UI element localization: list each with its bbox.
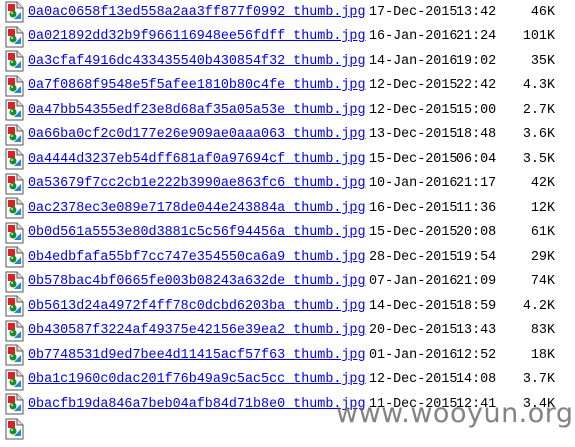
image-file-icon: [5, 50, 24, 72]
image-file-icon: [5, 148, 24, 170]
file-link[interactable]: 0b5613d24a4972f4ff78c0dcbd6203ba_thumb.j…: [28, 299, 366, 314]
file-time: 12:52: [456, 347, 497, 363]
file-size: 83K: [530, 323, 555, 339]
image-file-icon: [5, 222, 24, 243]
file-date: 13-Dec-2015: [369, 127, 458, 143]
file-link[interactable]: 0b0d561a5553e80d3881c5c56f94456a_thumb.j…: [28, 225, 366, 240]
image-file-icon: [5, 295, 24, 317]
file-time: 20:08: [456, 225, 497, 241]
file-size: 2.7K: [522, 102, 555, 118]
file-date: 01-Jan-2016: [369, 347, 458, 363]
file-link[interactable]: 0bacfb19da846a7beb04afb84d71b8e0_thumb.j…: [28, 397, 366, 412]
file-date: 12-Dec-2015: [369, 78, 458, 94]
file-time: 21:09: [456, 274, 497, 290]
file-link[interactable]: 0a66ba0cf2c0d177e26e909ae0aaa063_thumb.j…: [28, 127, 366, 142]
file-time: 15:00: [456, 102, 497, 118]
file-size: 42K: [530, 176, 555, 192]
file-link[interactable]: 0b7748531d9ed7bee4d11415acf57f63_thumb.j…: [28, 348, 366, 363]
file-date: 12-Dec-2015: [369, 102, 458, 118]
file-time: 21:17: [456, 176, 497, 192]
file-size: 12K: [530, 200, 555, 216]
file-time: 13:43: [456, 323, 497, 339]
image-file-icon: [5, 393, 24, 415]
file-date: 14-Dec-2015: [369, 298, 458, 314]
image-file-icon: [5, 197, 24, 219]
image-file-icon: [5, 173, 24, 194]
file-time: 19:02: [456, 53, 497, 69]
image-file-icon: [5, 344, 24, 366]
file-link[interactable]: 0a4444d3237eb54dff681af0a97694cf_thumb.j…: [28, 152, 366, 167]
watermark: www.wooyun.org: [336, 398, 574, 429]
file-time: 19:54: [456, 249, 497, 265]
file-time: 21:24: [456, 29, 497, 45]
image-file-icon: [5, 75, 24, 96]
file-date: 10-Jan-2016: [369, 176, 458, 192]
image-file-icon: [5, 418, 24, 439]
file-time: 11:36: [456, 200, 497, 216]
file-size: 4.3K: [522, 78, 555, 94]
file-link[interactable]: 0a7f0868f9548e5f5afee1810b80c4fe_thumb.j…: [28, 78, 366, 93]
file-date: 16-Dec-2015: [369, 200, 458, 216]
file-date: 17-Dec-2015: [369, 4, 458, 20]
image-file-icon: [5, 369, 24, 390]
image-file-icon: [5, 124, 24, 145]
file-time: 18:48: [456, 127, 497, 143]
file-size: 4.2K: [522, 298, 555, 314]
file-time: 18:59: [456, 298, 497, 314]
file-link[interactable]: 0ba1c1960c0dac201f76b49a9c5ac5cc_thumb.j…: [28, 372, 366, 387]
file-link[interactable]: 0a0ac0658f13ed558a2aa3ff877f0992_thumb.j…: [28, 5, 366, 20]
file-size: 29K: [530, 249, 555, 265]
file-date: 15-Dec-2015: [369, 151, 458, 167]
file-date: 12-Dec-2015: [369, 372, 458, 388]
file-link[interactable]: 0b430587f3224af49375e42156e39ea2_thumb.j…: [28, 323, 366, 338]
file-size: 3.6K: [522, 127, 555, 143]
file-size: 3.5K: [522, 151, 555, 167]
file-date: 16-Jan-2016: [369, 29, 458, 45]
file-link[interactable]: 0ac2378ec3e089e7178de044e243884a_thumb.j…: [28, 201, 366, 216]
file-time: 14:08: [456, 372, 497, 388]
image-file-icon: [5, 99, 24, 121]
file-size: 35K: [530, 53, 555, 69]
file-link[interactable]: 0a3cfaf4916dc433435540b430854f32_thumb.j…: [28, 54, 366, 69]
file-time: 06:04: [456, 151, 497, 167]
file-time: 13:42: [456, 4, 497, 20]
image-file-icon: [5, 320, 24, 341]
image-file-icon: [5, 1, 24, 23]
file-link[interactable]: 0b4edbfafa55bf7cc747e354550ca6a9_thumb.j…: [28, 250, 366, 265]
file-date: 20-Dec-2015: [369, 323, 458, 339]
file-time: 22:42: [456, 78, 497, 94]
file-link[interactable]: 0b578bac4bf0665fe003b08243a632de_thumb.j…: [28, 274, 366, 289]
file-size: 101K: [522, 29, 555, 45]
file-link[interactable]: 0a47bb54355edf23e8d68af35a05a53e_thumb.j…: [28, 103, 366, 118]
file-link[interactable]: 0a53679f7cc2cb1e222b3990ae863fc6_thumb.j…: [28, 176, 366, 191]
file-size: 74K: [530, 274, 555, 290]
file-date: 14-Jan-2016: [369, 53, 458, 69]
image-file-icon: [5, 271, 24, 292]
file-link[interactable]: 0a021892dd32b9f966116948ee56fdff_thumb.j…: [28, 29, 366, 44]
file-size: 61K: [530, 225, 555, 241]
file-size: 46K: [530, 4, 555, 20]
image-file-icon: [5, 246, 24, 268]
file-date: 07-Jan-2016: [369, 274, 458, 290]
file-date: 28-Dec-2015: [369, 249, 458, 265]
file-size: 3.7K: [522, 372, 555, 388]
image-file-icon: [5, 26, 24, 47]
file-size: 18K: [530, 347, 555, 363]
file-date: 15-Dec-2015: [369, 225, 458, 241]
